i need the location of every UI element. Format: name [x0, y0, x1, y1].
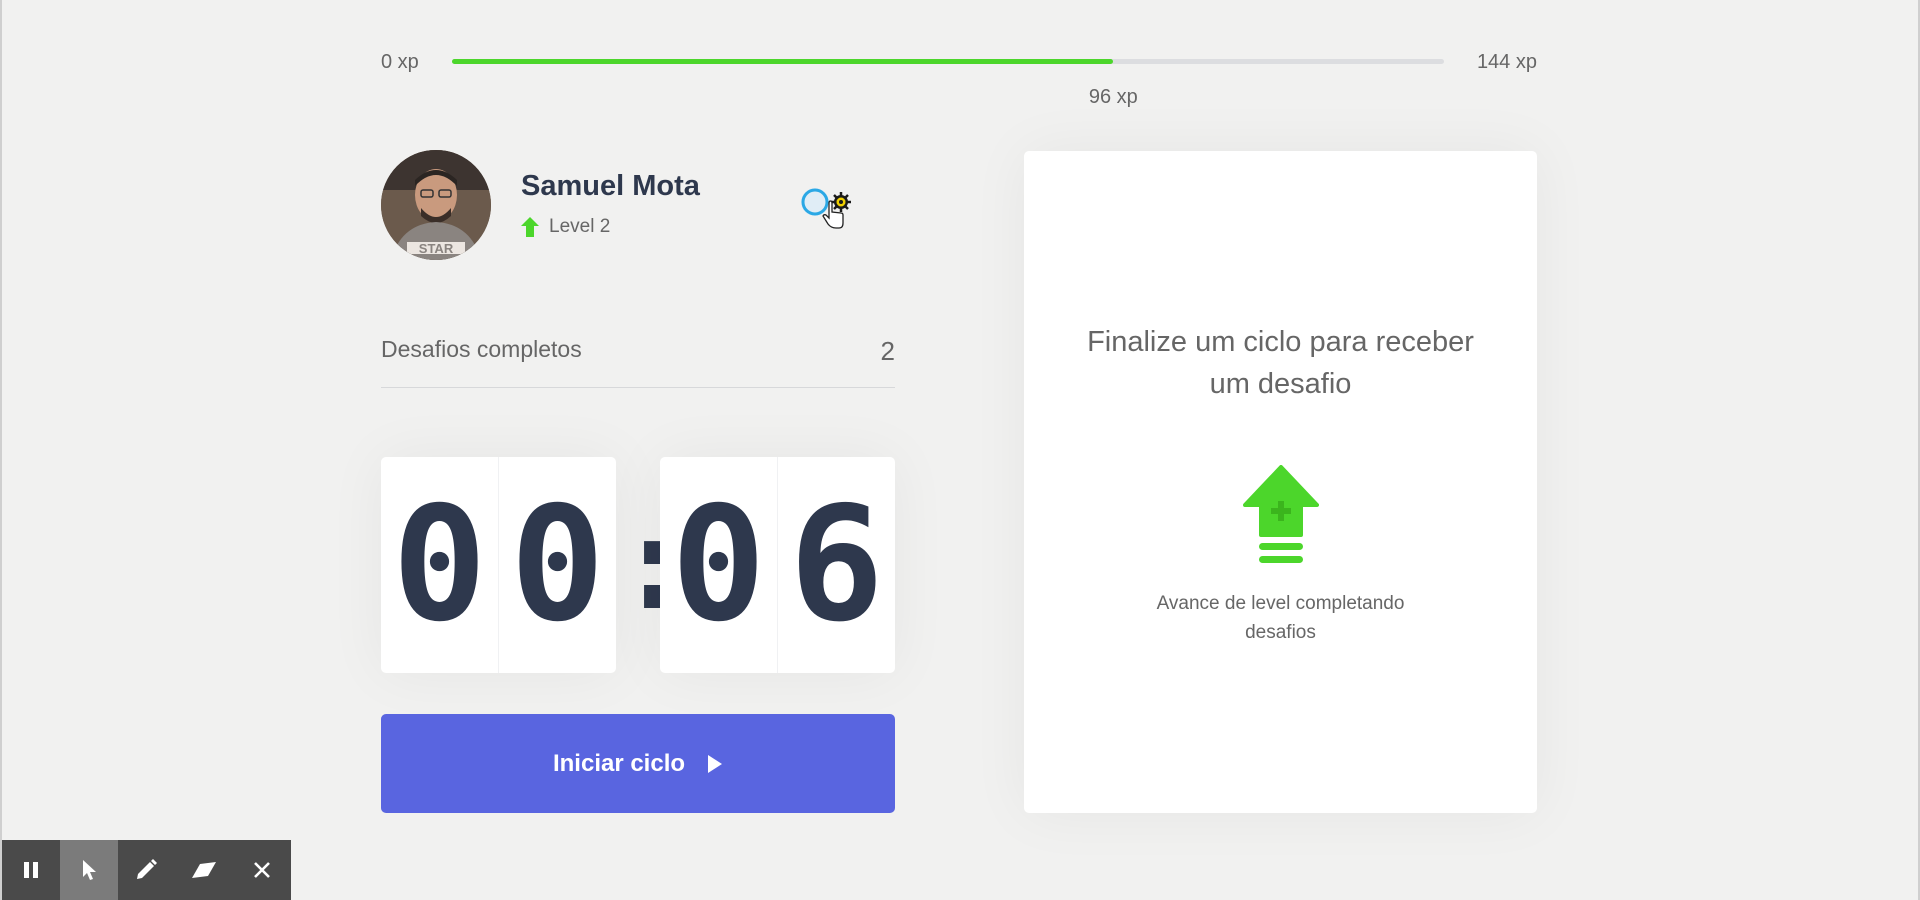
completed-challenges-label: Desafios completos — [381, 336, 582, 362]
pointer-icon — [82, 860, 96, 880]
close-recorder-button[interactable] — [233, 840, 291, 900]
start-cycle-label: Iniciar ciclo — [552, 749, 686, 777]
countdown-separator: : — [616, 490, 694, 639]
minute-digit-tens: 0 — [381, 457, 499, 673]
countdown: 0 0 : 0 6 — [381, 457, 895, 673]
pencil-icon — [137, 859, 158, 879]
countdown-minutes: 0 0 — [381, 457, 616, 673]
experience-bar: 0 xp 96 xp 144 xp — [381, 48, 1537, 108]
pause-button[interactable] — [2, 840, 60, 900]
start-cycle-button[interactable]: Iniciar ciclo — [381, 714, 895, 813]
theme-toggle-button[interactable] — [798, 185, 868, 235]
completed-challenges: Desafios completos 2 — [381, 326, 895, 388]
close-icon — [254, 862, 270, 878]
play-icon — [708, 754, 723, 773]
second-digit-tens: 0 — [660, 457, 778, 673]
profile-name: Samuel Mota — [521, 170, 700, 202]
eraser-icon — [192, 862, 217, 878]
svg-text:STAR: STAR — [419, 241, 454, 256]
xp-min-label: 0 xp — [381, 51, 419, 73]
level-up-arrow-icon — [521, 217, 539, 237]
second-digit-ones: 6 — [788, 473, 885, 657]
challenge-box-title: Finalize um ciclo para receber um desafi… — [1087, 326, 1474, 400]
recorder-toolbar — [2, 840, 291, 900]
xp-track: 96 xp — [452, 59, 1444, 108]
level-label: Level 2 — [549, 216, 611, 237]
pointer-tool-button[interactable] — [59, 840, 118, 900]
countdown-seconds: 0 6 — [660, 457, 895, 673]
completed-challenges-count: 2 — [880, 336, 895, 366]
xp-progress-fill — [452, 59, 1114, 64]
gear-icon — [831, 192, 851, 212]
profile: STAR Samuel Mota Level 2 — [381, 150, 895, 260]
profile-level: Level 2 — [521, 216, 610, 238]
xp-current-label: 96 xp — [1088, 86, 1138, 108]
eraser-tool-button[interactable] — [175, 840, 233, 900]
xp-max-label: 144 xp — [1476, 51, 1537, 73]
pause-icon — [23, 862, 38, 878]
minute-digit-ones: 0 — [509, 473, 606, 657]
pencil-tool-button[interactable] — [118, 840, 176, 900]
level-up-icon — [1243, 465, 1319, 563]
avatar: STAR — [381, 150, 491, 260]
page-frame — [0, 0, 1920, 900]
challenge-box-description: Avance de level completando desafios — [1156, 593, 1405, 643]
challenge-box: Finalize um ciclo para receber um desafi… — [1024, 151, 1537, 813]
